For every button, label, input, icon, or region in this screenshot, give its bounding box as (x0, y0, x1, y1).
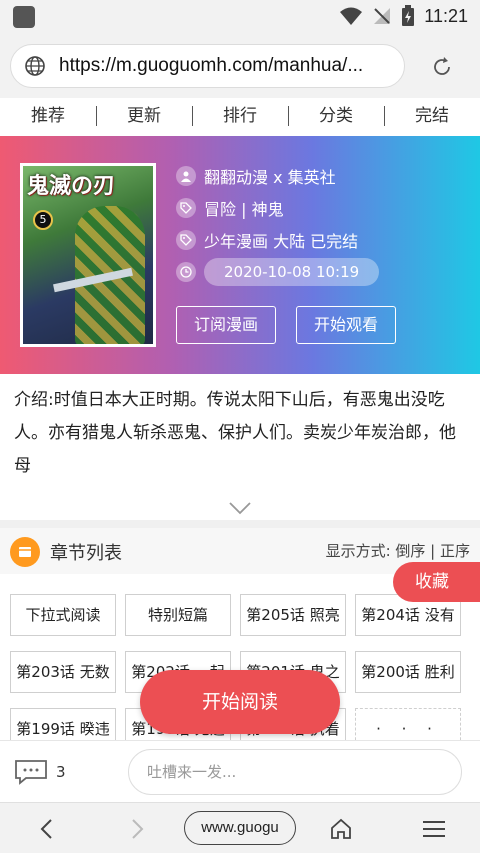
section-divider (0, 520, 480, 528)
menu-icon[interactable] (420, 815, 448, 843)
category-tabs: 推荐 更新 排行 分类 完结 (0, 98, 480, 136)
clock-icon (176, 262, 196, 282)
address-bar[interactable]: https://m.guoguomh.com/manhua/... (10, 44, 405, 88)
chapter-item[interactable]: 下拉式阅读 (10, 594, 116, 636)
browser-bottom-nav: www.guogu (0, 802, 480, 853)
chapter-item[interactable]: 第203话 无数 (10, 651, 116, 693)
no-signal-icon (374, 8, 391, 24)
comment-count: 3 (56, 763, 66, 781)
more-chapters-button[interactable]: · · · (355, 708, 461, 740)
browser-toolbar: https://m.guoguomh.com/manhua/... (0, 34, 480, 98)
battery-charging-icon (402, 5, 415, 26)
status-indicators: 11:21 (339, 5, 468, 27)
tab-completed[interactable]: 完结 (384, 98, 480, 136)
chapter-item[interactable]: 第199话 暌违 (10, 708, 116, 740)
tag-icon (176, 198, 196, 218)
refresh-icon[interactable] (426, 54, 458, 80)
publisher-row: 翻翻动漫 x 集英社 (176, 160, 379, 192)
comment-bar: 3 (0, 740, 480, 802)
comic-tags: 少年漫画 大陆 已完结 (204, 232, 359, 251)
update-row: 2020-10-08 10:19 (176, 256, 380, 288)
status-time: 11:21 (424, 5, 468, 26)
forward-icon[interactable] (124, 815, 152, 843)
start-watching-button[interactable]: 开始观看 (296, 306, 396, 344)
home-icon[interactable] (327, 815, 355, 843)
user-icon (176, 166, 196, 186)
comic-hero: 鬼滅の刃 5 翻翻动漫 x 集英社 冒险 | 神鬼 少年漫画 大陆 已完结 20… (0, 136, 480, 374)
subscribe-button[interactable]: 订阅漫画 (176, 306, 276, 344)
genre-row: 冒险 | 神鬼 (176, 192, 379, 224)
comment-icon[interactable] (14, 759, 48, 789)
comic-cover[interactable]: 鬼滅の刃 5 (20, 163, 156, 347)
url-text[interactable]: https://m.guoguomh.com/manhua/... (59, 55, 397, 77)
status-bar: 11:21 (0, 0, 480, 34)
start-reading-button[interactable]: 开始阅读 (140, 670, 340, 734)
globe-icon (11, 44, 59, 88)
sort-toggle[interactable]: 显示方式: 倒序 | 正序 (326, 540, 470, 561)
chapter-item[interactable]: 特别短篇 (125, 594, 231, 636)
update-date: 2020-10-08 10:19 (204, 258, 380, 286)
comic-info: 翻翻动漫 x 集英社 冒险 | 神鬼 少年漫画 大陆 已完结 2020-10-0… (176, 160, 380, 288)
address-pill[interactable]: www.guogu (184, 811, 296, 845)
tag-icon (176, 230, 196, 250)
app-notification-icon (13, 6, 35, 28)
book-icon (10, 537, 40, 567)
favorite-button[interactable]: 收藏 (393, 562, 480, 602)
chapter-item[interactable]: 第205话 照亮 (240, 594, 346, 636)
tab-updates[interactable]: 更新 (96, 98, 192, 136)
back-icon[interactable] (32, 815, 60, 843)
genres: 冒险 | 神鬼 (204, 200, 284, 219)
chapter-item[interactable]: 第200话 胜利 (355, 651, 461, 693)
publisher: 翻翻动漫 x 集英社 (204, 168, 336, 187)
tab-categories[interactable]: 分类 (288, 98, 384, 136)
tab-recommend[interactable]: 推荐 (0, 98, 96, 136)
cover-title: 鬼滅の刃 (27, 173, 116, 199)
cover-volume: 5 (33, 210, 53, 230)
wifi-icon (340, 7, 363, 25)
tab-ranking[interactable]: 排行 (192, 98, 288, 136)
chapter-list-title: 章节列表 (50, 543, 122, 564)
tags-row: 少年漫画 大陆 已完结 (176, 224, 379, 256)
comic-intro: 介绍:时值日本大正时期。传说太阳下山后，有恶鬼出没吃人。亦有猎鬼人斩杀恶鬼、保护… (14, 390, 456, 476)
comment-input[interactable] (128, 749, 462, 795)
chevron-down-icon[interactable] (228, 500, 252, 516)
